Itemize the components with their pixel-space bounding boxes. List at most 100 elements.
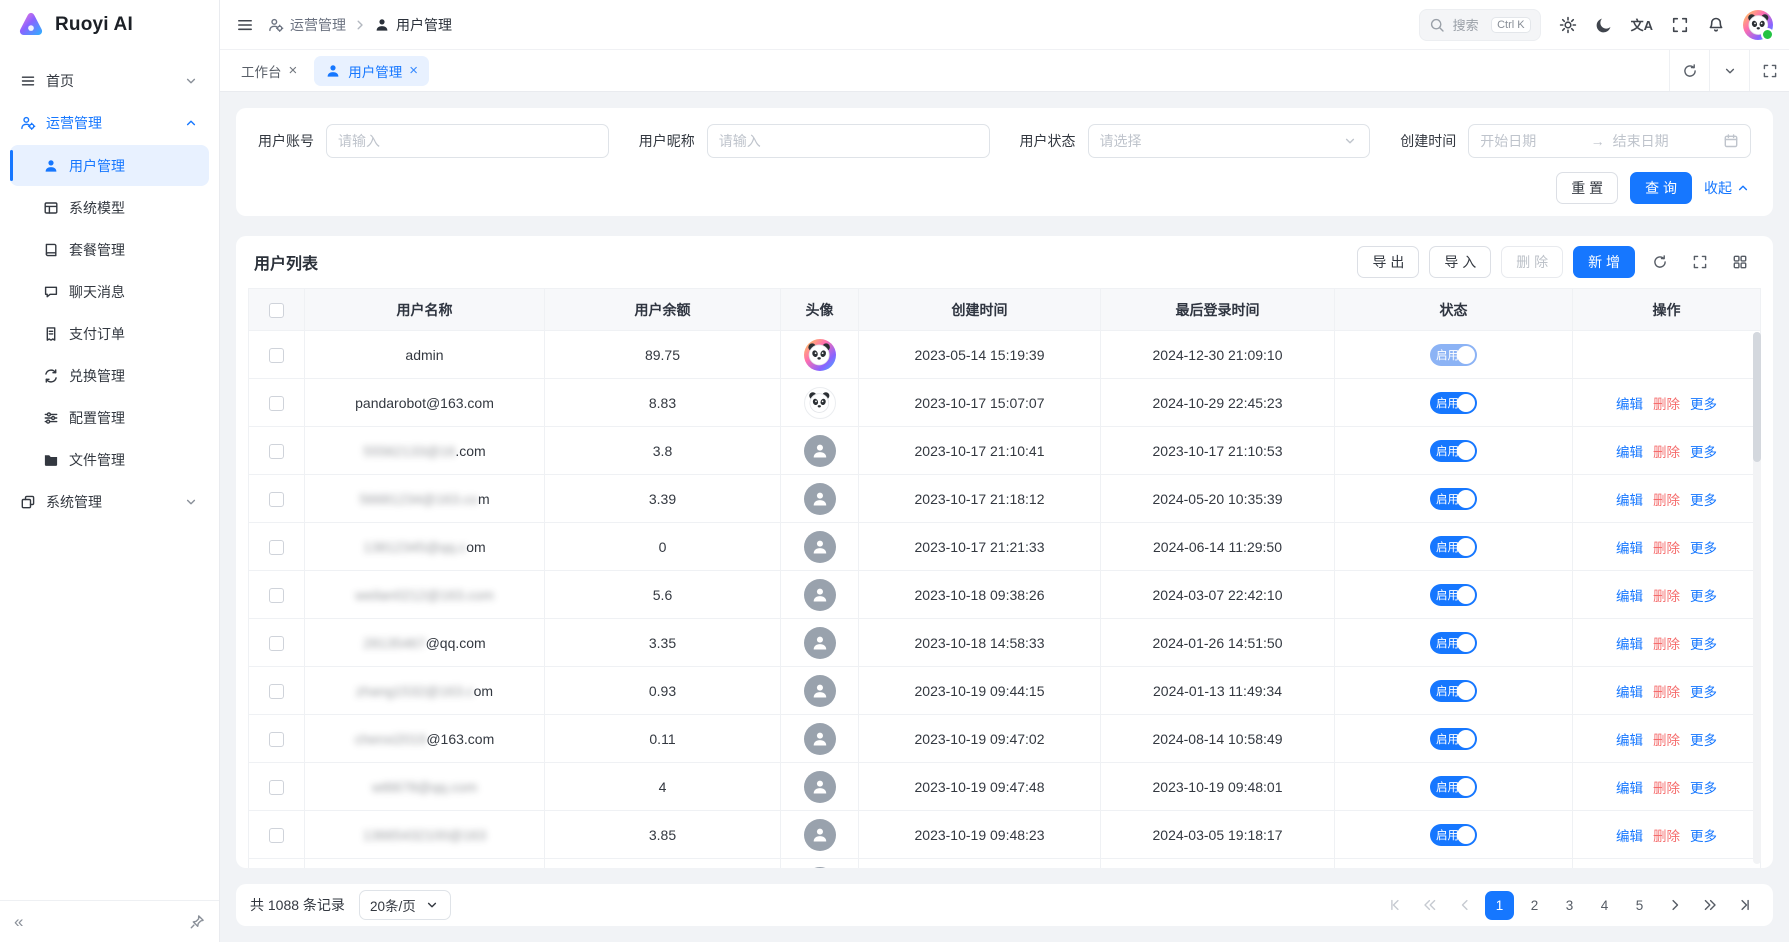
reset-button[interactable]: 重 置 xyxy=(1556,172,1618,204)
delete-link[interactable]: 删除 xyxy=(1653,493,1680,508)
delete-link[interactable]: 删除 xyxy=(1653,541,1680,556)
next-page-button[interactable] xyxy=(1660,891,1689,920)
edit-link[interactable]: 编辑 xyxy=(1616,781,1643,796)
delete-link[interactable]: 删除 xyxy=(1653,637,1680,652)
row-checkbox[interactable] xyxy=(269,348,284,363)
delete-link[interactable]: 删除 xyxy=(1653,781,1680,796)
sidebar-item-chat-messages[interactable]: 聊天消息 xyxy=(10,271,209,312)
tabs-dropdown-icon[interactable] xyxy=(1709,50,1749,91)
status-toggle[interactable]: 启用 xyxy=(1430,344,1477,366)
page-button-2[interactable]: 2 xyxy=(1520,891,1549,920)
more-link[interactable]: 更多 xyxy=(1690,733,1717,748)
more-link[interactable]: 更多 xyxy=(1690,637,1717,652)
breadcrumb-users[interactable]: 用户管理 xyxy=(374,15,452,35)
edit-link[interactable]: 编辑 xyxy=(1616,493,1643,508)
edit-link[interactable]: 编辑 xyxy=(1616,397,1643,412)
next-5-pages-button[interactable] xyxy=(1695,891,1724,920)
row-checkbox[interactable] xyxy=(269,636,284,651)
delete-link[interactable]: 删除 xyxy=(1653,685,1680,700)
sidebar-item-config[interactable]: 配置管理 xyxy=(10,397,209,438)
collapse-filter-link[interactable]: 收起 xyxy=(1704,178,1751,198)
edit-link[interactable]: 编辑 xyxy=(1616,685,1643,700)
column-settings-icon[interactable] xyxy=(1725,247,1755,277)
table-fullscreen-icon[interactable] xyxy=(1685,247,1715,277)
breadcrumb-operations[interactable]: 运营管理 xyxy=(268,15,346,35)
page-button-4[interactable]: 4 xyxy=(1590,891,1619,920)
close-icon[interactable]: × xyxy=(289,63,298,78)
last-page-button[interactable] xyxy=(1730,891,1759,920)
page-size-select[interactable]: 20条/页 xyxy=(359,890,451,920)
sidebar-item-system[interactable]: 系统管理 xyxy=(10,481,209,523)
more-link[interactable]: 更多 xyxy=(1690,493,1717,508)
edit-link[interactable]: 编辑 xyxy=(1616,589,1643,604)
delete-button[interactable]: 删 除 xyxy=(1501,246,1563,278)
refresh-table-icon[interactable] xyxy=(1645,247,1675,277)
page-button-5[interactable]: 5 xyxy=(1625,891,1654,920)
sidebar-item-home[interactable]: 首页 xyxy=(10,60,209,102)
more-link[interactable]: 更多 xyxy=(1690,829,1717,844)
more-link[interactable]: 更多 xyxy=(1690,445,1717,460)
sidebar-item-pay-orders[interactable]: 支付订单 xyxy=(10,313,209,354)
delete-link[interactable]: 删除 xyxy=(1653,397,1680,412)
row-checkbox[interactable] xyxy=(269,684,284,699)
status-toggle[interactable]: 启用 xyxy=(1430,824,1477,846)
collapse-sidebar-button[interactable]: « xyxy=(14,912,23,932)
table-scrollbar[interactable] xyxy=(1753,332,1761,864)
filter-select-status[interactable]: 请选择 xyxy=(1088,124,1371,158)
status-toggle[interactable]: 启用 xyxy=(1430,392,1477,414)
filter-daterange-created[interactable]: 开始日期→结束日期 xyxy=(1468,124,1751,158)
add-button[interactable]: 新 增 xyxy=(1573,246,1635,278)
row-checkbox[interactable] xyxy=(269,732,284,747)
delete-link[interactable]: 删除 xyxy=(1653,589,1680,604)
tab-workbench[interactable]: 工作台 × xyxy=(230,56,308,86)
hamburger-menu-icon[interactable] xyxy=(236,16,254,34)
prev-page-button[interactable] xyxy=(1450,891,1479,920)
more-link[interactable]: 更多 xyxy=(1690,397,1717,412)
sidebar-item-operations[interactable]: 运营管理 xyxy=(10,102,209,144)
edit-link[interactable]: 编辑 xyxy=(1616,541,1643,556)
first-page-button[interactable] xyxy=(1380,891,1409,920)
row-checkbox[interactable] xyxy=(269,828,284,843)
fullscreen-icon[interactable] xyxy=(1671,16,1689,34)
status-toggle[interactable]: 启用 xyxy=(1430,488,1477,510)
language-icon[interactable]: 文A xyxy=(1631,15,1653,34)
delete-link[interactable]: 删除 xyxy=(1653,733,1680,748)
row-checkbox[interactable] xyxy=(269,396,284,411)
close-icon[interactable]: × xyxy=(409,63,418,78)
dark-mode-moon-icon[interactable] xyxy=(1595,16,1613,34)
status-toggle[interactable]: 启用 xyxy=(1430,776,1477,798)
status-toggle[interactable]: 启用 xyxy=(1430,632,1477,654)
edit-link[interactable]: 编辑 xyxy=(1616,829,1643,844)
scrollbar-thumb[interactable] xyxy=(1753,332,1761,462)
user-avatar-button[interactable] xyxy=(1743,10,1773,40)
content-fullscreen-icon[interactable] xyxy=(1749,50,1789,91)
app-logo[interactable]: Ruoyi AI xyxy=(0,0,219,50)
edit-link[interactable]: 编辑 xyxy=(1616,445,1643,460)
import-button[interactable]: 导 入 xyxy=(1429,246,1491,278)
more-link[interactable]: 更多 xyxy=(1690,685,1717,700)
row-checkbox[interactable] xyxy=(269,492,284,507)
page-button-1[interactable]: 1 xyxy=(1485,891,1514,920)
tab-user-management[interactable]: 用户管理 × xyxy=(314,56,429,86)
edit-link[interactable]: 编辑 xyxy=(1616,733,1643,748)
status-toggle[interactable]: 启用 xyxy=(1430,440,1477,462)
sidebar-item-users[interactable]: 用户管理 xyxy=(10,145,209,186)
pin-icon[interactable] xyxy=(189,914,205,930)
page-button-3[interactable]: 3 xyxy=(1555,891,1584,920)
status-toggle[interactable]: 启用 xyxy=(1430,584,1477,606)
more-link[interactable]: 更多 xyxy=(1690,589,1717,604)
row-checkbox[interactable] xyxy=(269,780,284,795)
status-toggle[interactable]: 启用 xyxy=(1430,728,1477,750)
more-link[interactable]: 更多 xyxy=(1690,541,1717,556)
row-checkbox[interactable] xyxy=(269,588,284,603)
sidebar-item-packages[interactable]: 套餐管理 xyxy=(10,229,209,270)
sidebar-item-exchange[interactable]: 兑换管理 xyxy=(10,355,209,396)
refresh-tab-icon[interactable] xyxy=(1669,50,1709,91)
query-button[interactable]: 查 询 xyxy=(1630,172,1692,204)
global-search[interactable]: 搜索 Ctrl K xyxy=(1419,9,1541,41)
sidebar-item-models[interactable]: 系统模型 xyxy=(10,187,209,228)
status-toggle[interactable]: 启用 xyxy=(1430,680,1477,702)
sidebar-item-files[interactable]: 文件管理 xyxy=(10,439,209,480)
delete-link[interactable]: 删除 xyxy=(1653,829,1680,844)
edit-link[interactable]: 编辑 xyxy=(1616,637,1643,652)
